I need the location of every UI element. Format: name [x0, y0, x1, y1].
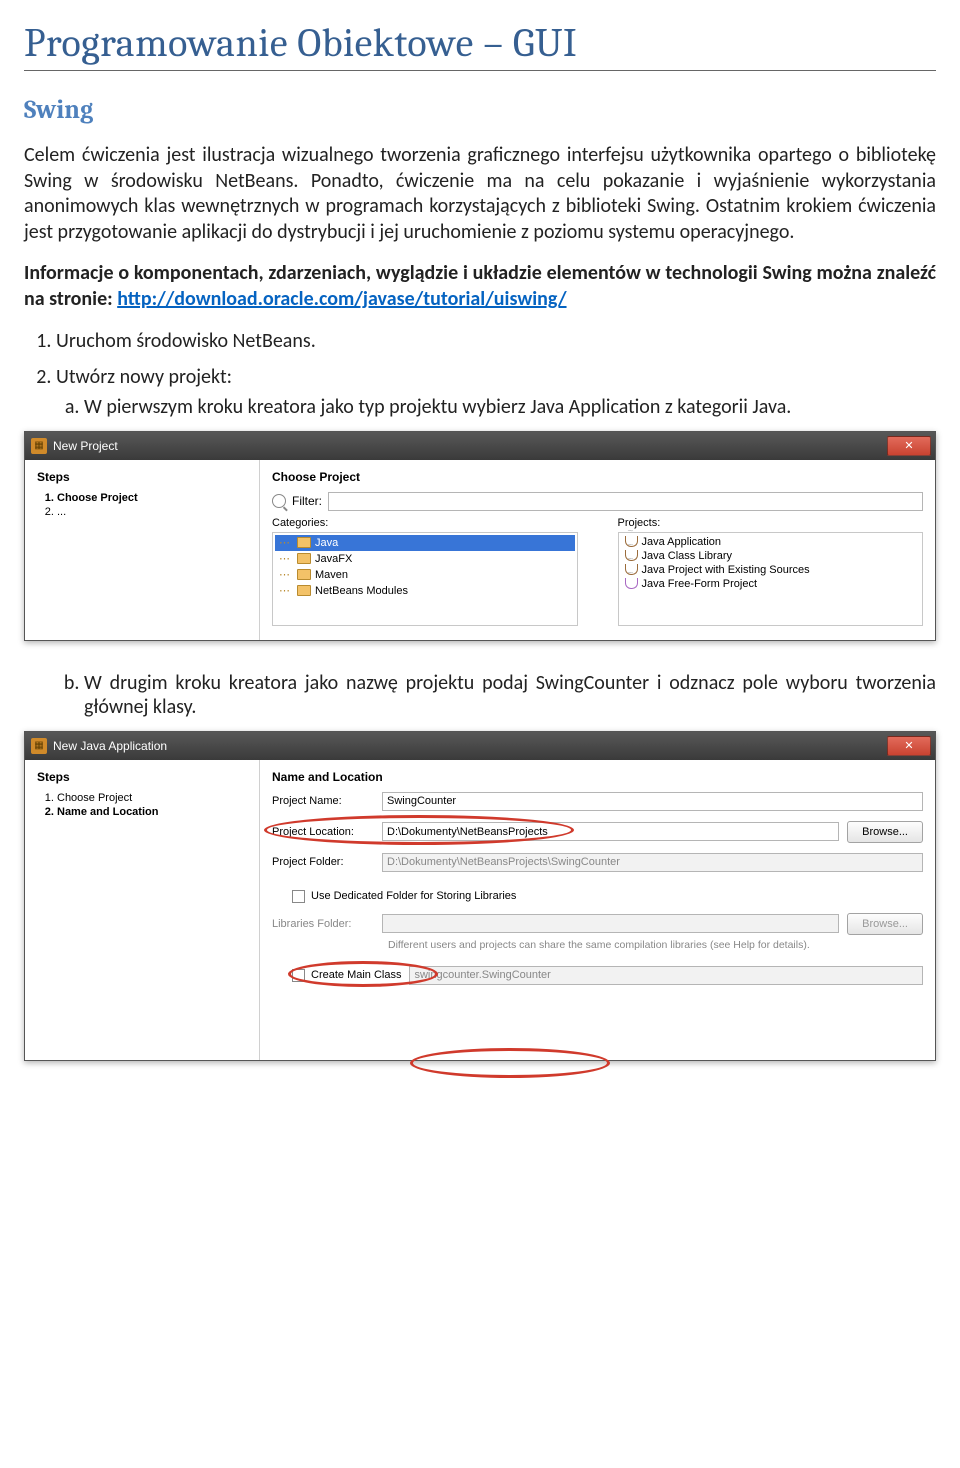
titlebar: ▦ New Java Application ✕	[25, 732, 935, 760]
category-item[interactable]: ⋯ JavaFX	[275, 551, 575, 567]
project-item[interactable]: Java Project with Existing Sources	[621, 563, 921, 577]
category-item[interactable]: ⋯ Maven	[275, 567, 575, 583]
main-class-input: swingcounter.SwingCounter	[409, 966, 923, 985]
wizard-step: ...	[57, 506, 247, 518]
help-text: Different users and projects can share t…	[388, 939, 923, 952]
paragraph-info: Informacje o komponentach, zdarzeniach, …	[24, 261, 936, 312]
wizard-step: Name and Location	[57, 806, 247, 818]
step-2a: W pierwszym kroku kreatora jako typ proj…	[84, 395, 936, 419]
projects-list[interactable]: Java Application Java Class Library Java…	[618, 532, 924, 626]
project-label: Java Project with Existing Sources	[642, 564, 810, 576]
projects-label: Projects:	[618, 517, 924, 529]
choose-project-pane: Choose Project Filter: Categories: ⋯ Jav…	[260, 460, 935, 640]
folder-icon	[297, 569, 311, 580]
section-heading: Swing	[24, 95, 936, 125]
filter-input[interactable]	[328, 492, 923, 511]
project-name-label: Project Name:	[272, 795, 382, 807]
browse-button[interactable]: Browse...	[847, 821, 923, 843]
folder-icon	[297, 585, 311, 596]
dedicated-folder-checkbox[interactable]	[292, 890, 305, 903]
step-1: Uruchom środowisko NetBeans.	[56, 329, 936, 353]
paragraph-intro: Celem ćwiczenia jest ilustracja wizualne…	[24, 143, 936, 245]
tree-expand-icon: ⋯	[279, 584, 293, 598]
window-title: New Java Application	[53, 739, 883, 753]
step-2-label: Utwórz nowy projekt:	[56, 365, 232, 389]
step-2: Utwórz nowy projekt: W pierwszym kroku k…	[56, 365, 936, 419]
project-item[interactable]: Java Class Library	[621, 549, 921, 563]
categories-list[interactable]: ⋯ Java ⋯ JavaFX ⋯ Maven	[272, 532, 578, 626]
category-label: JavaFX	[315, 553, 352, 565]
title-rule	[24, 70, 936, 71]
steps-pane: Steps Choose Project ...	[25, 460, 260, 640]
close-icon[interactable]: ✕	[887, 436, 931, 456]
category-item[interactable]: ⋯ NetBeans Modules	[275, 583, 575, 599]
steps-pane: Steps Choose Project Name and Location	[25, 760, 260, 1060]
category-label: NetBeans Modules	[315, 585, 408, 597]
window-title: New Project	[53, 439, 883, 453]
pane-heading: Name and Location	[272, 770, 923, 784]
project-item[interactable]: Java Free-Form Project	[621, 577, 921, 591]
page-title: Programowanie Obiektowe – GUI	[24, 20, 936, 66]
annotation-oval-icon	[410, 1048, 610, 1078]
category-label: Java	[315, 537, 338, 549]
project-label: Java Application	[642, 536, 722, 548]
steps-heading: Steps	[37, 770, 247, 784]
browse-button-disabled: Browse...	[847, 913, 923, 935]
project-folder-label: Project Folder:	[272, 856, 382, 868]
new-java-app-dialog: ▦ New Java Application ✕ Steps Choose Pr…	[24, 731, 936, 1061]
categories-label: Categories:	[272, 517, 578, 529]
annotation-oval-icon	[288, 961, 438, 987]
project-folder-input: D:\Dokumenty\NetBeansProjects\SwingCount…	[382, 853, 923, 872]
filter-label: Filter:	[292, 494, 322, 508]
app-icon: ▦	[31, 738, 47, 754]
libraries-folder-input	[382, 914, 839, 933]
dedicated-folder-label: Use Dedicated Folder for Storing Librari…	[311, 890, 516, 902]
name-location-pane: Name and Location Project Name: SwingCou…	[260, 760, 935, 1060]
wizard-step: Choose Project	[57, 492, 247, 504]
step-2b: W drugim kroku kreatora jako nazwę proje…	[84, 671, 936, 719]
close-icon[interactable]: ✕	[887, 736, 931, 756]
project-name-input[interactable]: SwingCounter	[382, 792, 923, 811]
new-project-dialog: ▦ New Project ✕ Steps Choose Project ...…	[24, 431, 936, 641]
folder-icon	[297, 537, 311, 548]
category-label: Maven	[315, 569, 348, 581]
wizard-step: Choose Project	[57, 792, 247, 804]
folder-icon	[297, 553, 311, 564]
titlebar: ▦ New Project ✕	[25, 432, 935, 460]
annotation-oval-icon	[264, 815, 574, 845]
search-icon	[272, 494, 286, 508]
tree-expand-icon: ⋯	[279, 568, 293, 582]
tree-expand-icon: ⋯	[279, 552, 293, 566]
category-item[interactable]: ⋯ Java	[275, 535, 575, 551]
project-item[interactable]: Java Application	[621, 535, 921, 549]
tutorial-link[interactable]: http://download.oracle.com/javase/tutori…	[117, 287, 566, 311]
project-label: Java Free-Form Project	[642, 578, 758, 590]
pane-heading: Choose Project	[272, 470, 923, 484]
app-icon: ▦	[31, 438, 47, 454]
steps-heading: Steps	[37, 470, 247, 484]
libraries-folder-label: Libraries Folder:	[272, 918, 382, 930]
java-icon	[625, 578, 638, 589]
tree-expand-icon: ⋯	[279, 536, 293, 550]
project-label: Java Class Library	[642, 550, 732, 562]
